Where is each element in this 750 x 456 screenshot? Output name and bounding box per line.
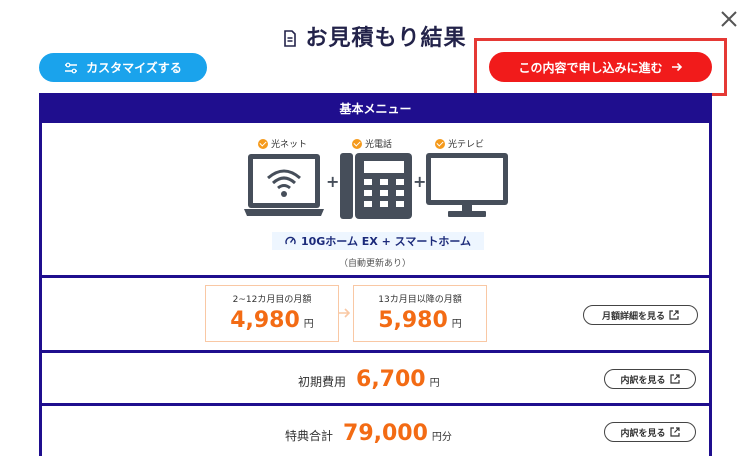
benefit-breakdown-button[interactable]: 内訳を見る	[604, 422, 696, 442]
plan-name-text: 10Gホーム EX + スマートホーム	[300, 235, 472, 248]
initial-cost-unit: 円	[429, 378, 440, 389]
device-label-tv: 光テレビ	[435, 137, 484, 150]
sliders-icon	[65, 62, 78, 73]
price-unit: 円	[303, 319, 314, 330]
auto-renew-note: （自動更新あり）	[338, 259, 411, 269]
laptop-wifi-icon	[244, 152, 324, 224]
apply-button[interactable]: この内容で申し込みに進む	[489, 52, 712, 82]
external-link-icon	[669, 374, 680, 384]
external-link-icon	[669, 310, 679, 320]
customize-button[interactable]: カスタマイズする	[39, 53, 207, 82]
monitor-icon	[426, 152, 508, 224]
benefit-total-unit: 円分	[431, 432, 452, 443]
price-label: 2~12カ月目の月額	[232, 295, 312, 305]
benefit-total-label: 特典合計	[285, 429, 334, 443]
plan-name: 10Gホーム EX + スマートホーム	[272, 232, 484, 250]
breakdown-label: 内訳を見る	[620, 428, 666, 439]
monthly-price-first: 2~12カ月目の月額 4,980 円	[205, 285, 339, 342]
check-icon	[435, 138, 445, 149]
apply-button-label: この内容で申し込みに進む	[518, 60, 663, 75]
divider	[39, 350, 712, 353]
arrow-right-icon	[337, 305, 351, 319]
customize-button-label: カスタマイズする	[86, 61, 182, 75]
speedometer-icon	[285, 236, 296, 244]
page-title-text: お見積もり結果	[305, 26, 467, 51]
panel-header: 基本メニュー	[39, 93, 712, 123]
phone-icon	[340, 151, 412, 225]
divider	[39, 275, 712, 278]
initial-cost: 初期費用 6,700 円	[298, 367, 440, 392]
external-link-icon	[669, 427, 680, 437]
price-amount: 5,980	[378, 308, 448, 333]
check-icon	[258, 138, 268, 149]
breakdown-label: 内訳を見る	[620, 375, 666, 386]
initial-cost-label: 初期費用	[298, 375, 347, 389]
monthly-detail-button[interactable]: 月額詳細を見る	[583, 305, 698, 325]
initial-cost-breakdown-button[interactable]: 内訳を見る	[604, 369, 696, 389]
price-unit: 円	[451, 319, 462, 330]
document-icon	[283, 28, 297, 53]
divider	[39, 403, 712, 406]
arrow-right-icon	[671, 62, 682, 72]
plus-sign: +	[413, 172, 427, 191]
monthly-detail-label: 月額詳細を見る	[601, 311, 665, 322]
check-icon	[352, 138, 362, 149]
price-label: 13カ月目以降の月額	[378, 295, 462, 305]
device-label-phone: 光電話	[352, 137, 392, 150]
initial-cost-amount: 6,700	[356, 367, 426, 392]
benefit-total-amount: 79,000	[343, 421, 428, 446]
plus-sign: +	[326, 172, 340, 191]
monthly-price-later: 13カ月目以降の月額 5,980 円	[353, 285, 487, 342]
device-label-net: 光ネット	[258, 137, 307, 150]
price-amount: 4,980	[230, 308, 300, 333]
benefit-total: 特典合計 79,000 円分	[285, 421, 452, 446]
